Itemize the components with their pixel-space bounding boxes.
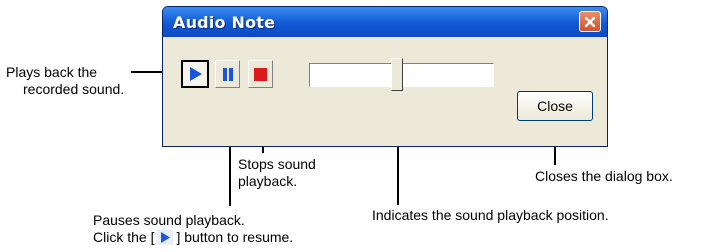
window-close-button[interactable]: [579, 11, 601, 32]
pause-callout-line2: Click the [ ] button to resume.: [93, 229, 293, 246]
dialog-title: Audio Note: [173, 12, 276, 32]
playback-position-thumb[interactable]: [391, 58, 403, 91]
stop-callout-line1: Stops sound: [238, 156, 316, 172]
stop-icon: [254, 67, 267, 81]
pause-icon: [222, 67, 233, 81]
close-button[interactable]: Close: [517, 91, 593, 121]
close-callout: Closes the dialog box.: [535, 168, 673, 184]
pause-callout: Pauses sound playback. Click the [ ] but…: [93, 212, 293, 246]
play-icon: [190, 67, 202, 81]
play-button[interactable]: [181, 60, 209, 88]
play-callout: Plays back the recorded sound.: [6, 64, 124, 98]
play-callout-line2: recorded sound.: [23, 81, 125, 97]
position-callout: Indicates the sound playback position.: [372, 207, 609, 223]
stop-callout-line2: playback.: [238, 173, 298, 189]
play-callout-line1: Plays back the: [6, 64, 98, 80]
pause-callout-suffix: ] button to resume.: [176, 229, 294, 245]
close-icon: [584, 16, 596, 27]
play-icon: [157, 230, 174, 245]
pause-callout-line1: Pauses sound playback.: [93, 212, 245, 228]
audio-note-dialog: Audio Note Close: [162, 6, 608, 147]
pause-callout-prefix: Click the [: [93, 229, 155, 245]
stop-button[interactable]: [248, 60, 273, 88]
pause-button[interactable]: [215, 60, 240, 88]
title-bar: Audio Note: [163, 7, 607, 37]
stop-callout: Stops sound playback.: [238, 156, 316, 190]
